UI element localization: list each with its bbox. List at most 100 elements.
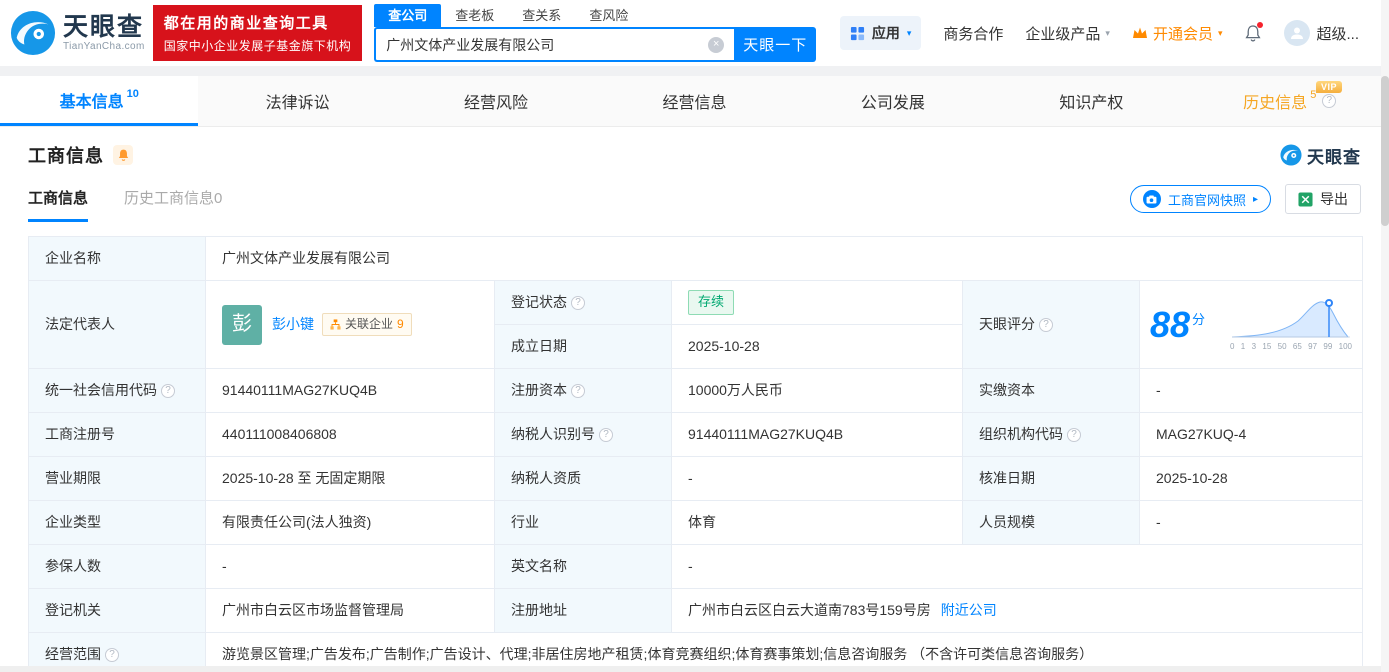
tab-company-development[interactable]: 公司发展: [794, 76, 992, 126]
business-info-table: 企业名称 广州文体产业发展有限公司 法定代表人 彭 彭小键 关联企业 9 登记状…: [28, 236, 1363, 672]
promo-line1: 都在用的商业查询工具: [163, 15, 329, 32]
page-bottom-divider: [0, 666, 1389, 672]
reg-status-value: 存续: [672, 281, 962, 324]
nav-cooperation[interactable]: 商务合作: [943, 23, 1003, 44]
help-icon[interactable]: ?: [571, 295, 585, 310]
score-axis-ticks: 0 1 3 15 50 65 97 99 100: [1230, 342, 1352, 352]
reg-authority-value: 广州市白云区市场监督管理局: [206, 589, 494, 632]
reg-capital-label: 注册资本 ?: [495, 369, 671, 412]
search-tab-company[interactable]: 查公司: [374, 4, 442, 27]
establish-date-value: 2025-10-28: [672, 325, 962, 368]
help-icon[interactable]: ?: [161, 383, 175, 398]
subtab-history-label: 历史工商信息: [124, 190, 215, 207]
tab-history-info[interactable]: VIP 历史信息 5 ?: [1191, 76, 1389, 126]
page: 天眼查 TianYanCha.com 都在用的商业查询工具 国家中小企业发展子基…: [0, 0, 1389, 672]
establish-date-label: 成立日期: [495, 325, 671, 368]
company-name-value: 广州文体产业发展有限公司: [206, 237, 1362, 280]
search-input[interactable]: [376, 36, 709, 53]
header-divider: [0, 66, 1389, 76]
notification-bell[interactable]: [1244, 21, 1264, 43]
english-name-label: 英文名称: [495, 545, 671, 588]
top-header: 天眼查 TianYanCha.com 都在用的商业查询工具 国家中小企业发展子基…: [0, 0, 1389, 66]
search-tab-boss[interactable]: 查老板: [441, 4, 508, 27]
tianyancha-logo[interactable]: 天眼查 TianYanCha.com: [10, 10, 145, 56]
nav-enterprise-label: 企业级产品: [1025, 25, 1101, 43]
tab-intellectual-property[interactable]: 知识产权: [992, 76, 1190, 126]
search-button[interactable]: 天眼一下: [734, 27, 817, 62]
tab-intellectual-property-label: 知识产权: [1059, 95, 1124, 112]
nav-apps[interactable]: 应用 ▾: [839, 16, 922, 50]
subtab-history-business-info[interactable]: 历史工商信息0: [124, 187, 222, 222]
help-icon[interactable]: ?: [1067, 427, 1081, 442]
help-icon[interactable]: ?: [571, 383, 585, 398]
clear-icon[interactable]: ×: [708, 36, 725, 53]
help-icon[interactable]: ?: [1039, 317, 1053, 332]
nav-open-vip-label: 开通会员: [1152, 25, 1213, 43]
tab-legal-proceedings[interactable]: 法律诉讼: [198, 76, 396, 126]
help-icon[interactable]: ?: [1322, 94, 1337, 108]
snapshot-button[interactable]: 工商官网快照 ▸: [1129, 185, 1271, 213]
tianyancha-logo-icon: [10, 10, 56, 56]
score-cell: 88 分 0 1 3 15 50 65 97 99 100: [1140, 281, 1362, 368]
paid-capital-value: -: [1140, 369, 1362, 412]
logo-text: 天眼查 TianYanCha.com: [63, 13, 145, 52]
reg-status-label: 登记状态 ?: [495, 281, 671, 324]
industry-label: 行业: [495, 501, 671, 544]
org-chart-icon: [330, 319, 341, 330]
paid-capital-label: 实缴资本: [963, 369, 1139, 412]
chevron-down-icon: ▾: [1105, 27, 1110, 38]
related-companies-badge[interactable]: 关联企业 9: [322, 312, 412, 337]
tab-operation-info[interactable]: 经营信息: [595, 76, 793, 126]
search-tab-risk[interactable]: 查风险: [575, 4, 642, 27]
tab-history-info-label: 历史信息: [1243, 95, 1308, 112]
tab-operation-risk[interactable]: 经营风险: [397, 76, 595, 126]
score-label: 天眼评分 ?: [963, 281, 1139, 368]
status-badge: 存续: [688, 290, 735, 315]
camera-icon: [1142, 190, 1161, 208]
approval-date-value: 2025-10-28: [1140, 457, 1362, 500]
monitor-bell-button[interactable]: [113, 145, 133, 165]
nearby-companies-link[interactable]: 附近公司: [941, 600, 997, 620]
tab-operation-info-label: 经营信息: [662, 95, 727, 112]
search-tab-relation[interactable]: 查关系: [508, 4, 575, 27]
excel-export-icon: [1298, 191, 1313, 207]
help-icon[interactable]: ?: [599, 427, 613, 442]
tab-operation-risk-label: 经营风险: [464, 95, 529, 112]
reg-capital-value: 10000万人民币: [672, 369, 962, 412]
subtab-business-info[interactable]: 工商信息: [28, 187, 89, 222]
search-tabs: 查公司 查老板 查关系 查风险: [374, 4, 816, 27]
subtab-row: 工商信息 历史工商信息0 工商官网快照 ▸ 导出: [0, 168, 1389, 222]
org-code-label: 组织机构代码 ?: [963, 413, 1139, 456]
reg-number-label: 工商注册号: [29, 413, 205, 456]
snapshot-button-label: 工商官网快照: [1167, 192, 1246, 208]
legal-rep-link[interactable]: 彭小键: [272, 314, 314, 334]
tab-history-info-count: 5: [1310, 89, 1317, 101]
company-name-label: 企业名称: [29, 237, 205, 280]
legal-rep-avatar[interactable]: 彭: [222, 304, 262, 345]
notification-dot: [1257, 21, 1264, 28]
help-icon[interactable]: ?: [105, 647, 119, 662]
subtab-history-count: 0: [214, 190, 223, 207]
chevron-down-icon: ▾: [906, 27, 912, 38]
score-value: 88 分: [1150, 303, 1206, 345]
nav-enterprise[interactable]: 企业级产品 ▾: [1025, 23, 1110, 44]
chevron-down-icon: ▾: [1217, 27, 1223, 38]
business-term-value: 2025-10-28 至 无固定期限: [206, 457, 494, 500]
tab-basic-info[interactable]: 基本信息 10: [0, 76, 199, 126]
scrollbar-track[interactable]: [1381, 0, 1389, 672]
english-name-value: -: [672, 545, 1362, 588]
crown-icon: [1132, 27, 1147, 38]
brand-name: 天眼查: [63, 13, 145, 42]
tab-legal-proceedings-label: 法律诉讼: [265, 95, 330, 112]
reg-authority-label: 登记机关: [29, 589, 205, 632]
nav-open-vip[interactable]: 开通会员 ▾: [1132, 23, 1223, 44]
related-companies-label: 关联企业: [345, 316, 394, 331]
user-account[interactable]: 超级...: [1284, 20, 1359, 46]
export-button[interactable]: 导出: [1285, 184, 1361, 214]
credit-code-label: 统一社会信用代码 ?: [29, 369, 205, 412]
user-name: 超级...: [1316, 25, 1359, 43]
promo-banner: 都在用的商业查询工具 国家中小企业发展子基金旗下机构: [152, 5, 363, 61]
approval-date-label: 核准日期: [963, 457, 1139, 500]
scrollbar-thumb[interactable]: [1381, 76, 1389, 226]
reg-number-value: 440111008406808: [206, 413, 494, 456]
